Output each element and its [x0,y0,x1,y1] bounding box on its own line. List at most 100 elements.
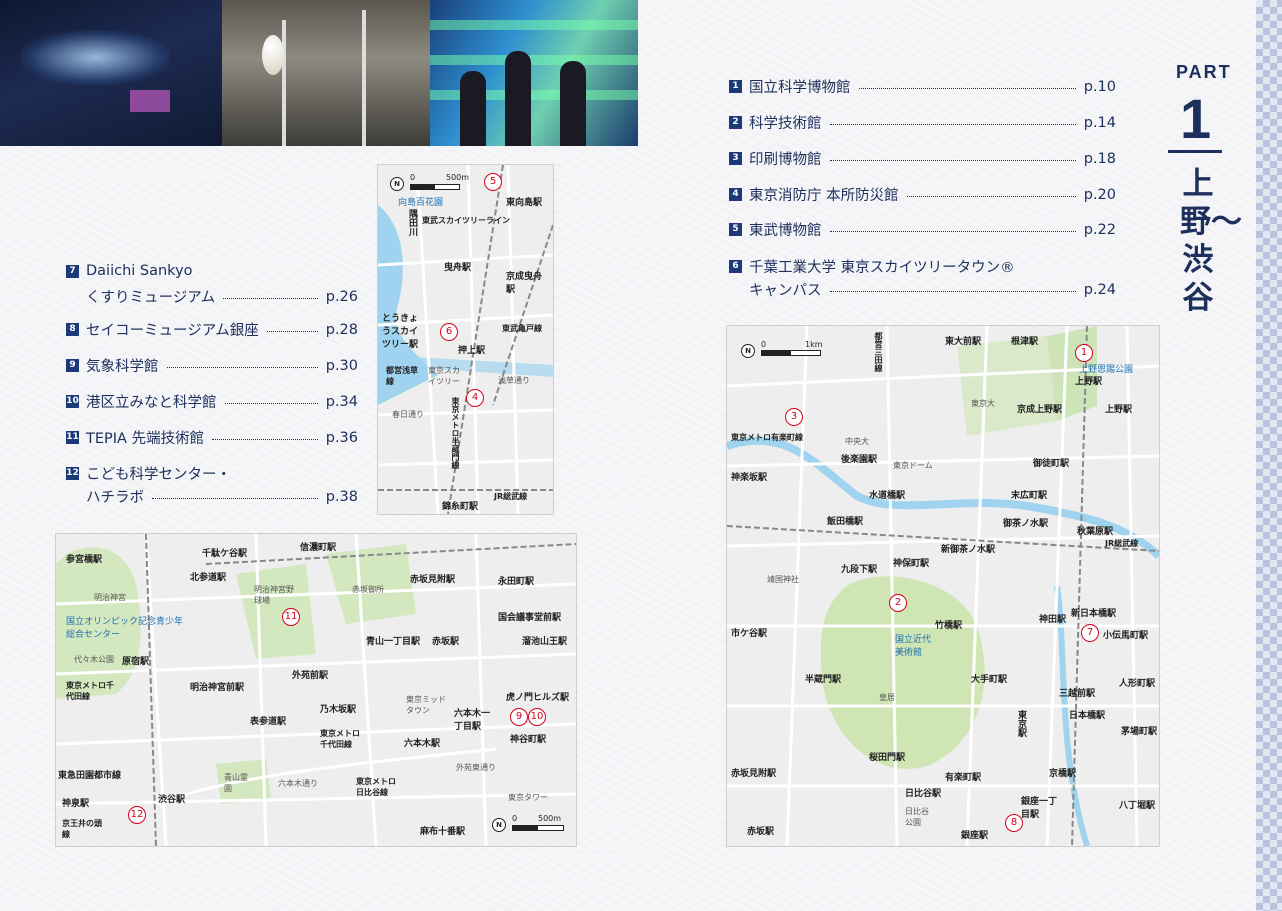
label-keio: 京王井の頭線 [62,819,102,839]
toc-leader-dots [858,88,1076,89]
toc-entry-1[interactable]: 1 国立科学博物館 p.10 [729,76,1116,97]
toc-entry-5[interactable]: 5 東武博物館 p.22 [729,219,1116,240]
label-kinshicho: 錦糸町駅 [442,502,479,512]
label-chiyoda-line: 東京メトロ千代田線 [66,681,114,701]
label-chuodai: 中央大 [845,437,869,446]
toc-title: TEPIA 先端技術館 [86,431,205,447]
label-hanzomon: 半蔵門駅 [805,675,842,685]
toc-number-badge: 5 [729,223,742,236]
toc-title: 科学技術館 [749,116,822,132]
toc-title: 東京消防庁 本所防災館 [749,188,899,204]
label-kameido: 東武亀戸線 [502,324,542,333]
label-oshiage: 押上駅 [458,346,486,356]
toc-leader-dots [212,439,318,440]
label-yasukuni: 靖国神社 [767,575,799,584]
toc-page: p.30 [325,357,358,374]
compass-icon: N [741,344,755,358]
decorative-edge-pattern [1256,0,1282,911]
label-akasakamitsuke: 赤坂見附駅 [731,769,777,779]
label-hibiya: 日比谷駅 [905,789,942,799]
label-kasuga-dori: 春日通り [392,410,424,419]
label-kokuritsu: 国立近代美術館 [895,635,932,658]
label-higashimukojima: 東向島駅 [506,198,543,208]
label-toei-mita: 都営三田線 [874,332,883,372]
toc-page: p.34 [325,393,358,410]
label-higashidaimae: 東大前駅 [945,337,982,347]
label-tokyo: 東京駅 [1016,710,1026,737]
label-kanda: 神田駅 [1039,615,1067,625]
label-meiji-jingu: 明治神宮 [94,593,126,602]
toc-entry-3[interactable]: 3 印刷博物館 p.18 [729,148,1116,169]
toc-entry-10[interactable]: 10 港区立みなと科学館 p.34 [66,391,358,412]
label-kudanshita: 九段下駅 [841,565,878,575]
label-harajuku: 原宿駅 [122,657,150,667]
toc-number-badge: 7 [66,264,79,278]
part-divider [1168,150,1222,153]
toc-entry-7-line2[interactable]: くすりミュージアム p.26 [86,286,358,307]
label-akasakamitsuke: 赤坂見附駅 [410,575,456,585]
toc-number-badge: 11 [66,431,79,444]
label-hatchobori: 八丁堀駅 [1119,801,1156,811]
toc-entry-7[interactable]: 7 Daiichi Sankyo [66,263,358,279]
label-kokyo: 皇居 [879,693,895,702]
label-roppongi-dori: 六本木通り [278,779,318,788]
label-toranomon: 虎ノ門ヒルズ駅 [506,693,570,703]
label-tokyu: 東急田園都市線 [58,771,122,781]
toc-title: こども科学センター・ [86,467,231,483]
label-skytree-station: とうきょうスカイツリー駅 [382,314,419,350]
toc-page: p.20 [1083,186,1116,203]
label-olympic-center: 国立オリンピック記念青少年総合センター [66,617,184,640]
label-chiyoda-line2: 東京メトロ千代田線 [320,729,360,749]
photo-exhibit-3 [430,0,638,146]
toc-entry-12[interactable]: 12 こども科学センター・ [66,463,358,484]
map-pin-3: 3 [785,408,803,426]
toc-entry-6[interactable]: 6 千葉工業大学 東京スカイツリータウン® [729,256,1116,277]
map-pin-12: 12 [128,806,146,824]
label-tobu-line: 東武スカイツリーライン [422,216,510,225]
label-ichigaya: 市ケ谷駅 [731,629,768,639]
toc-number-badge: 9 [66,359,79,372]
label-keisei-hikifune: 京成曳舟駅 [506,272,543,295]
map-pin-11: 11 [282,608,300,626]
label-hibiya-line: 東京メトロ日比谷線 [356,777,396,797]
label-shinochanomizu: 新御茶ノ水駅 [941,545,996,555]
scale-bar [512,825,564,831]
toc-title-line2: くすりミュージアム [86,290,216,306]
toc-title-line2: キャンパス [749,283,822,299]
toc-number-badge: 2 [729,116,742,129]
label-todai: 東京大 [971,399,995,408]
label-akasaka-gosho: 赤坂御所 [352,585,384,594]
label-kodemmacho: 小伝馬町駅 [1103,631,1149,641]
toc-entry-9[interactable]: 9 気象科学館 p.30 [66,355,358,376]
label-okachimachi: 御徒町駅 [1033,459,1070,469]
label-meijijingumae: 明治神宮前駅 [190,683,245,693]
map-central-roads [727,326,1159,846]
label-aoyama1: 青山一丁目駅 [366,637,421,647]
toc-leader-dots [829,291,1076,292]
label-mukojima: 向島百花園 [398,198,444,208]
toc-entry-8[interactable]: 8 セイコーミュージアム銀座 p.28 [66,319,358,340]
toc-entry-2[interactable]: 2 科学技術館 p.14 [729,112,1116,133]
label-shinanomachi: 信濃町駅 [300,543,337,553]
toc-entry-12-line2[interactable]: ハチラボ p.38 [86,486,358,507]
toc-page: p.26 [325,288,358,305]
map-pin-6: 6 [440,323,458,341]
toc-number-badge: 3 [729,152,742,165]
toc-entry-11[interactable]: 11 TEPIA 先端技術館 p.36 [66,427,358,448]
label-tameike: 溜池山王駅 [522,637,568,647]
toc-title: 港区立みなと科学館 [86,395,217,411]
label-azabujuban: 麻布十番駅 [420,827,466,837]
toc-leader-dots [829,124,1076,125]
toc-entry-4[interactable]: 4 東京消防庁 本所防災館 p.20 [729,184,1116,205]
toc-title: Daiichi Sankyo [86,263,193,279]
toc-entry-6-line2[interactable]: キャンパス p.24 [749,279,1116,300]
label-jimbocho: 神保町駅 [893,559,930,569]
toc-number-badge: 12 [66,467,79,480]
label-shinsen: 神泉駅 [62,799,90,809]
toc-page: p.14 [1083,114,1116,131]
label-suehirocho: 末広町駅 [1011,491,1048,501]
label-toei-asakusa: 都営浅草線 [386,366,418,386]
label-kamiyacho: 神谷町駅 [510,735,547,745]
label-gaien-dori: 外苑東通り [456,763,496,772]
toc-leader-dots [266,331,318,332]
